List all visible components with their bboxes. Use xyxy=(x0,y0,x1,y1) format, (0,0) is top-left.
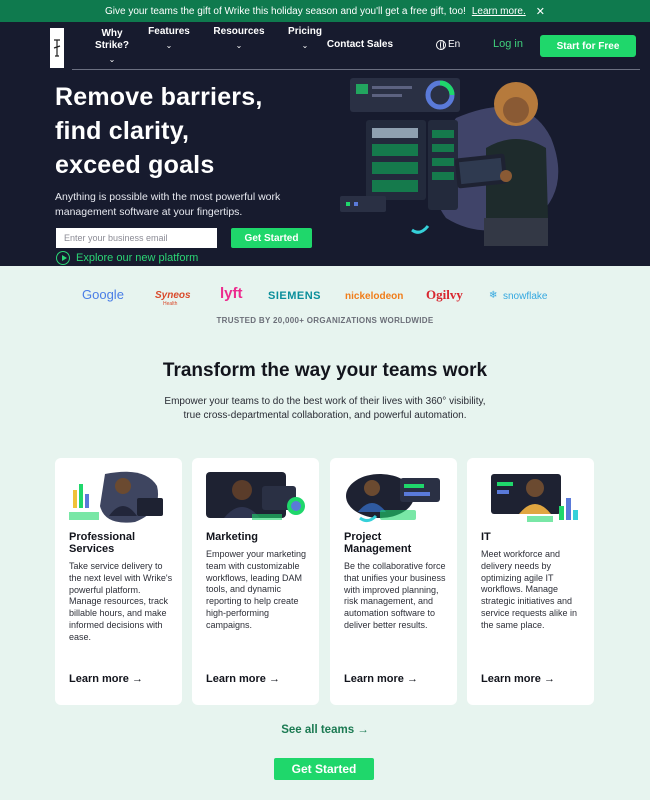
wrike-logo[interactable] xyxy=(50,28,64,68)
top-nav: Why Strike? ⌄ Features ⌄ Resources ⌄ Pri… xyxy=(0,22,650,70)
nav-contact-sales[interactable]: Contact Sales xyxy=(320,39,400,51)
ogilvy-logo: Ogilvy xyxy=(426,287,463,302)
language-selector[interactable]: En xyxy=(436,39,466,51)
business-email-input[interactable] xyxy=(56,228,217,248)
start-for-free-button[interactable]: Start for Free xyxy=(540,35,636,57)
logo-mark-icon xyxy=(53,39,61,57)
globe-icon xyxy=(436,40,446,50)
nav-features[interactable]: Features ⌄ xyxy=(144,26,194,52)
google-logo: Google xyxy=(82,287,124,302)
section-subtitle: Empower your teams to do the best work o… xyxy=(164,396,486,421)
nav-why-line2: Strike? xyxy=(95,40,129,51)
project-management-illustration xyxy=(346,474,440,523)
trusted-by-text: TRUSTED BY 20,000+ ORGANIZATIONS WORLDWI… xyxy=(216,316,434,325)
card-description: Meet workforce and delivery needs by opt… xyxy=(481,549,578,630)
nav-why-strike[interactable]: Why Strike? ⌄ xyxy=(90,28,134,66)
lyft-logo: lyft xyxy=(220,285,243,302)
card-description: Take service delivery to the next level … xyxy=(69,561,173,642)
promo-banner: Give your teams the gift of Wrike this h… xyxy=(0,0,650,22)
syneos-logo: Syneos xyxy=(155,290,191,301)
nav-features-label: Features xyxy=(148,26,190,37)
nav-resources[interactable]: Resources ⌄ xyxy=(208,26,270,52)
see-all-teams-link[interactable]: See all teams → xyxy=(0,724,650,736)
chevron-down-icon: ⌄ xyxy=(165,41,173,50)
nav-resources-label: Resources xyxy=(213,26,265,37)
hero-illustration xyxy=(340,78,559,246)
login-link[interactable]: Log in xyxy=(486,38,530,50)
learn-more-link[interactable]: Learn more → xyxy=(481,673,555,685)
promo-text: Give your teams the gift of Wrike this h… xyxy=(105,5,466,17)
hero-get-started-button[interactable]: Get Started xyxy=(231,228,312,248)
card-title: Project Management xyxy=(344,531,412,555)
get-started-button[interactable]: Get Started xyxy=(274,758,374,780)
nav-pricing-label: Pricing xyxy=(288,26,322,37)
nickelodeon-logo: nickelodeon xyxy=(345,291,404,302)
professional-services-illustration xyxy=(69,471,163,523)
explore-label: Explore our new platform xyxy=(76,252,199,264)
card-title: Professional Services xyxy=(69,531,136,555)
snowflake-logo: snowflake xyxy=(503,291,548,302)
promo-learn-more-link[interactable]: Learn more. xyxy=(472,6,526,17)
close-icon[interactable]: ✕ xyxy=(536,5,545,18)
it-illustration xyxy=(491,474,578,522)
marketing-illustration xyxy=(206,472,305,520)
chevron-down-icon: ⌄ xyxy=(108,55,116,64)
learn-more-link[interactable]: Learn more → xyxy=(69,673,143,685)
card-it[interactable]: IT Meet workforce and delivery needs by … xyxy=(467,458,594,705)
card-project-management[interactable]: Project Management Be the collaborative … xyxy=(330,458,457,705)
card-description: Empower your marketing team with customi… xyxy=(206,549,307,630)
explore-platform-link[interactable]: Explore our new platform xyxy=(56,251,198,265)
play-icon xyxy=(56,251,70,265)
hero-heading: Remove barriers, find clarity, exceed go… xyxy=(55,83,263,179)
hero-subtitle: Anything is possible with the most power… xyxy=(55,191,281,218)
section-title: Transform the way your teams work xyxy=(162,360,488,381)
learn-more-link[interactable]: Learn more → xyxy=(206,673,280,685)
syneos-sub-logo: Health xyxy=(163,301,178,307)
card-title: Marketing xyxy=(206,531,258,543)
nav-why-line1: Why xyxy=(101,28,123,39)
siemens-logo: SIEMENS xyxy=(268,290,322,302)
card-professional-services[interactable]: Professional Services Take service deliv… xyxy=(55,458,182,705)
card-description: Be the collaborative force that unifies … xyxy=(344,561,446,630)
card-marketing[interactable]: Marketing Empower your marketing team wi… xyxy=(192,458,319,705)
chevron-down-icon: ⌄ xyxy=(235,41,243,50)
card-title: IT xyxy=(481,531,491,543)
snowflake-icon: ❄ xyxy=(489,290,498,301)
learn-more-link[interactable]: Learn more → xyxy=(344,673,418,685)
customer-logos: Google Syneos Health lyft SIEMENS nickel… xyxy=(0,285,650,311)
hero-section: Why Strike? ⌄ Features ⌄ Resources ⌄ Pri… xyxy=(0,22,650,266)
language-label: En xyxy=(448,39,461,50)
